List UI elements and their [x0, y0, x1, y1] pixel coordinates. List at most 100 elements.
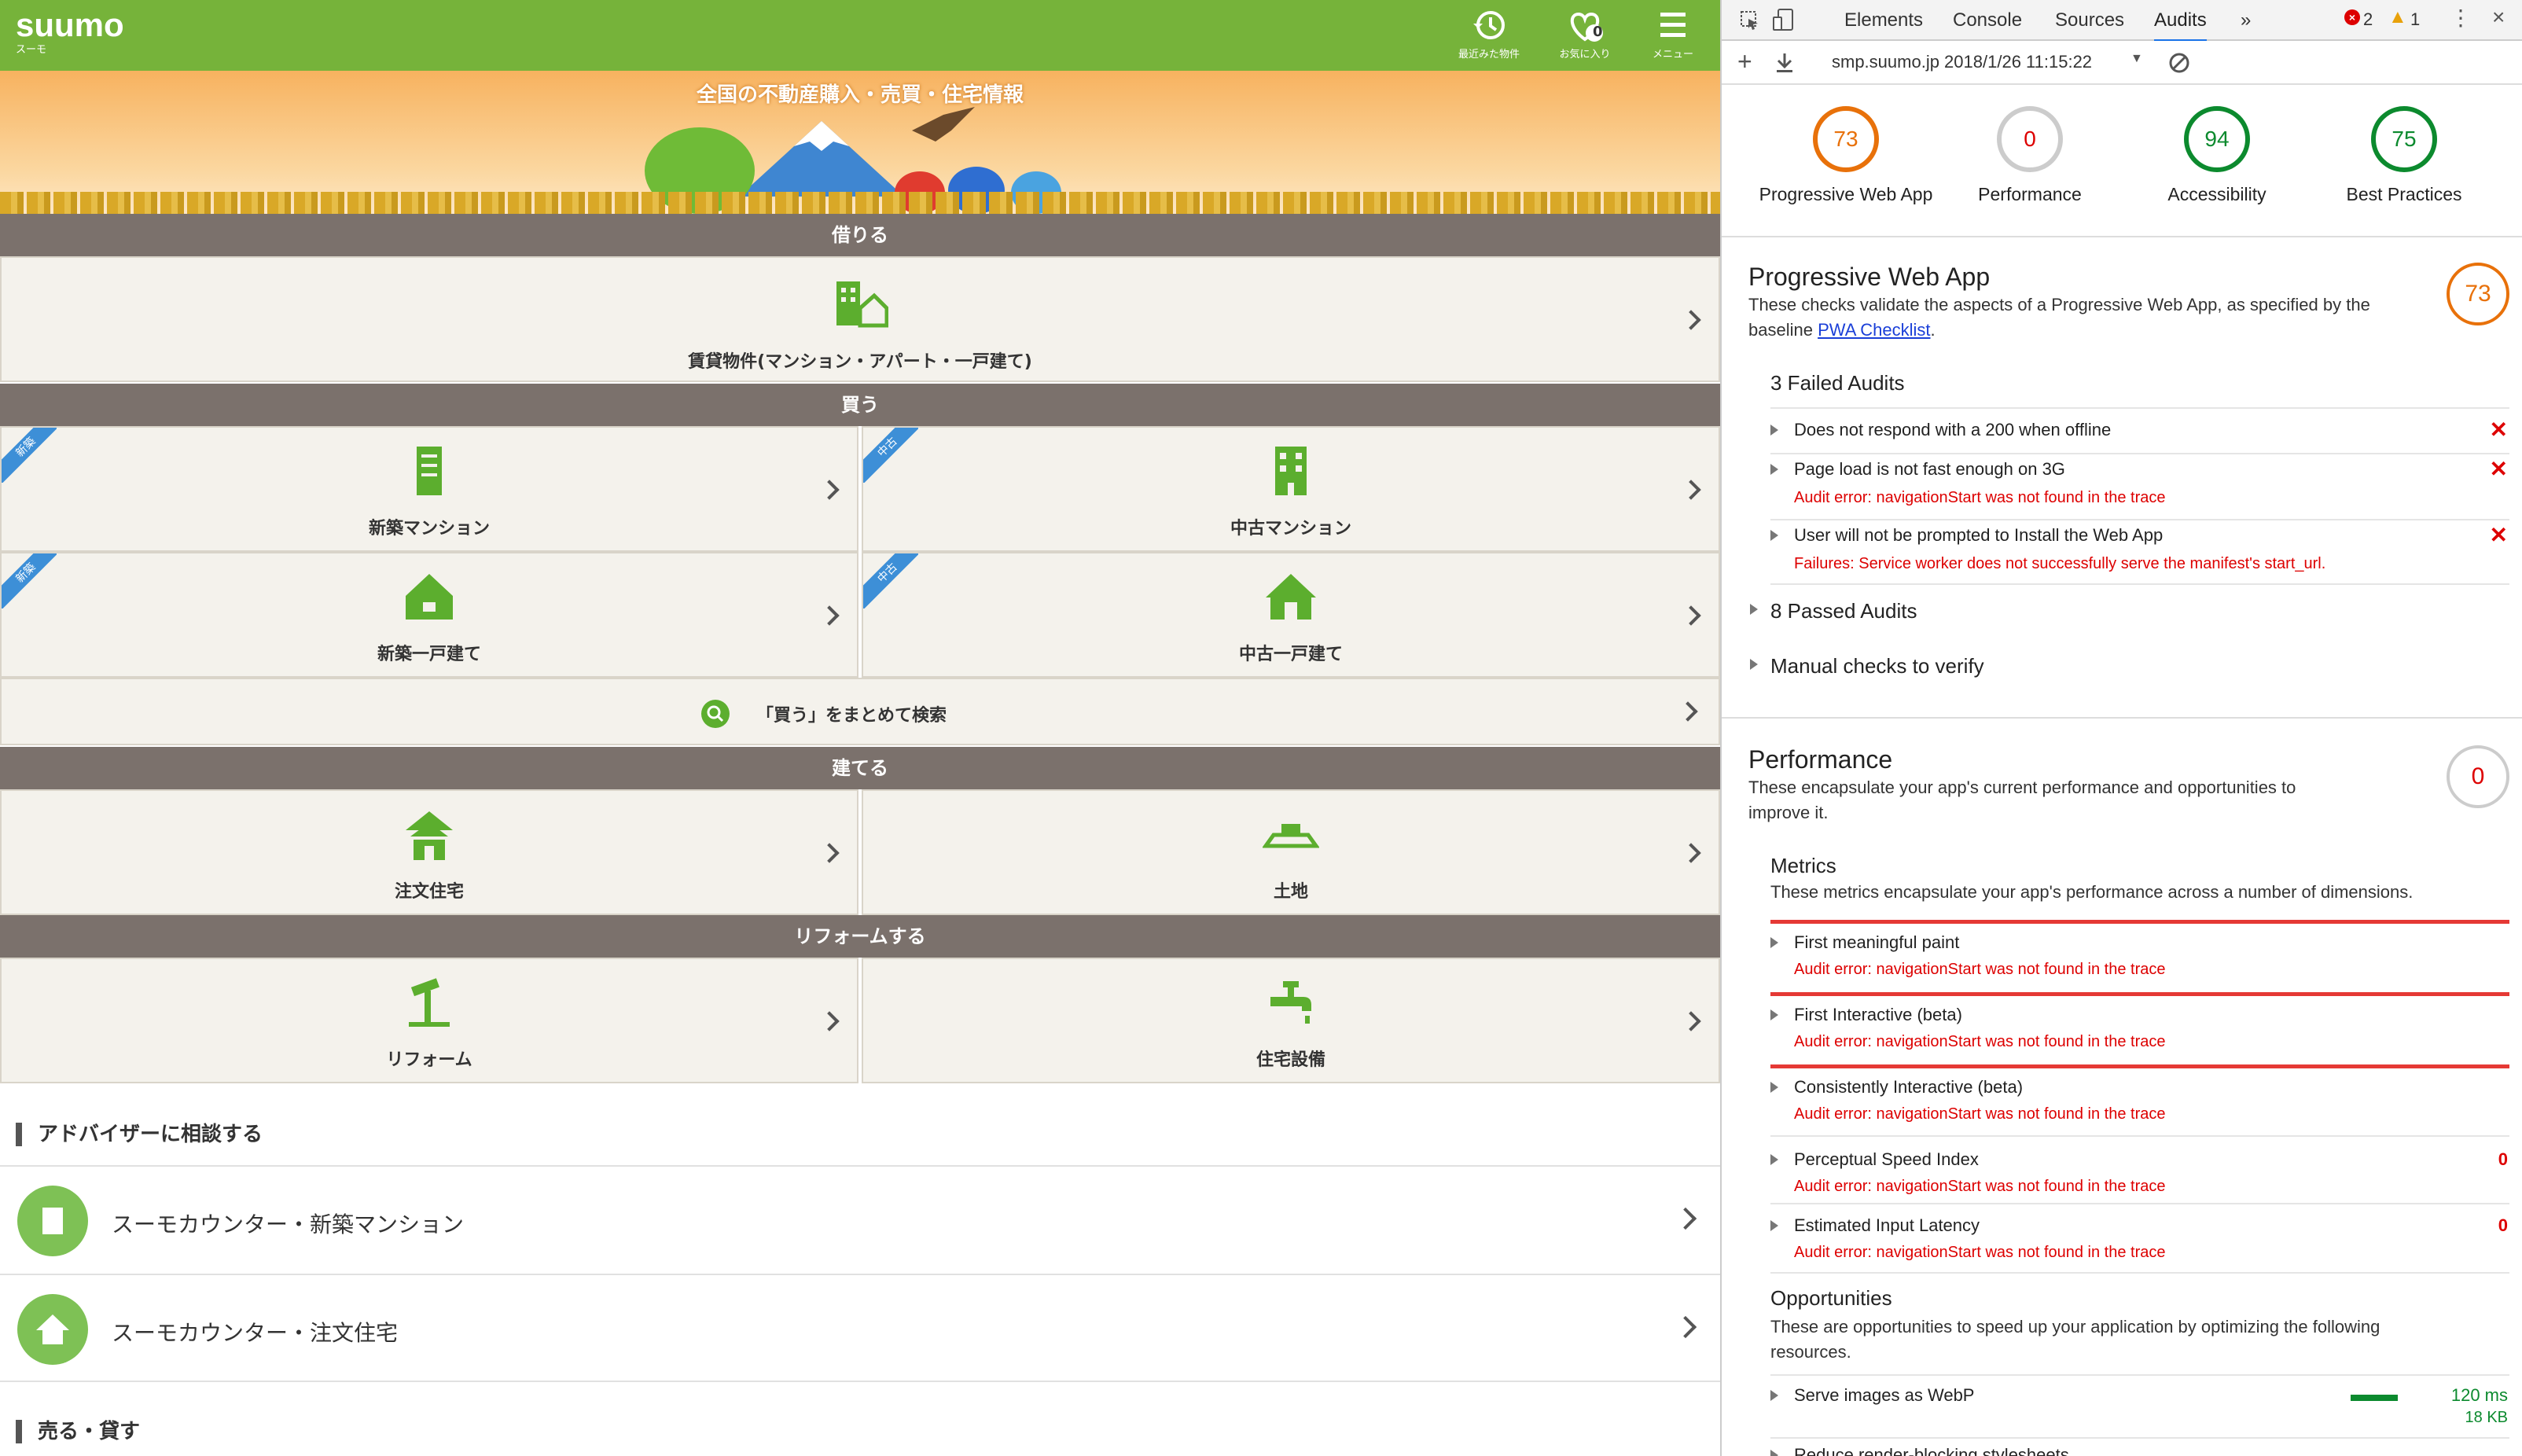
divider — [1770, 1203, 2509, 1204]
chevron-right-icon — [819, 480, 840, 500]
chevron-right-icon — [1681, 1011, 1701, 1031]
suumo-logo[interactable]: suumo スーモ — [16, 6, 124, 56]
used-house-label: 中古一戸建て — [1238, 645, 1343, 664]
score-gauge-pwa[interactable]: 73 — [1813, 106, 1879, 172]
faucet-icon — [1270, 981, 1311, 1024]
expand-triangle-icon — [1770, 1220, 1778, 1231]
audit-title: Page load is not fast enough on 3G — [1794, 459, 2065, 479]
advisor-title-text: アドバイザーに相談する — [38, 1123, 263, 1146]
inspect-element-icon[interactable] — [1739, 9, 1761, 31]
kebab-menu-icon[interactable]: ⋮ — [2450, 5, 2472, 31]
score-gauge-accessibility[interactable]: 94 — [2184, 106, 2250, 172]
score-label-best-practices: Best Practices — [2346, 184, 2462, 204]
advisor-avatar — [17, 1186, 88, 1256]
warning-count[interactable]: 1 — [2410, 9, 2420, 30]
used-mansion-label: 中古マンション — [1230, 519, 1351, 539]
hero-banner[interactable]: 全国の不動産購入・売買・住宅情報 — [0, 71, 1720, 214]
expand-triangle-icon — [1770, 1009, 1778, 1020]
screen: suumo スーモ 最近みた物件 0 お気に入り メニュー 全国の不動産購入・売買… — [0, 0, 2522, 1456]
pwa-checklist-link[interactable]: PWA Checklist — [1818, 320, 1930, 340]
performance-section-title: Performance — [1748, 745, 1893, 774]
section-reform-header: リフォームする — [0, 915, 1720, 958]
group-title: Manual checks to verify — [1770, 654, 1984, 678]
recent-viewed-label: 最近みた物件 — [1458, 49, 1520, 61]
new-audit-button[interactable]: + — [1737, 47, 1752, 76]
score-label-performance: Performance — [1978, 184, 2082, 204]
new-mansion-tile[interactable]: 新築 新築マンション — [0, 426, 858, 552]
house-icon — [1266, 574, 1316, 620]
chevron-down-icon[interactable]: ▼ — [2130, 52, 2143, 66]
audit-report-toolbar: + smp.suumo.jp 2018/1/26 11:15:22 ▼ — [1722, 41, 2522, 85]
score-value: 73 — [2465, 281, 2491, 307]
sell-section-title: 売る・貸す — [16, 1420, 140, 1443]
rent-properties-tile[interactable]: 賃貸物件(マンション・アパート・一戸建て) — [0, 256, 1720, 382]
menu-button[interactable]: メニュー — [1634, 6, 1712, 61]
score-gauge-performance[interactable]: 0 — [1997, 106, 2063, 172]
site-header: suumo スーモ 最近みた物件 0 お気に入り メニュー — [0, 0, 1720, 71]
opportunity-title: Reduce render-blocking stylesheets — [1794, 1445, 2069, 1456]
advisor-row-new-mansion[interactable]: スーモカウンター・新築マンション — [0, 1165, 1720, 1274]
report-selector[interactable]: smp.suumo.jp 2018/1/26 11:15:22 — [1832, 52, 2092, 72]
fail-x-icon: ✕ — [2489, 457, 2508, 481]
search-icon — [701, 700, 730, 728]
house-icon — [406, 574, 453, 620]
banner-title: 全国の不動産購入・売買・住宅情報 — [696, 83, 1024, 107]
tab-sources[interactable]: Sources — [2055, 9, 2124, 31]
advisor-avatar — [17, 1294, 88, 1365]
pwa-section-title: Progressive Web App — [1748, 263, 1991, 291]
score-label-pwa: Progressive Web App — [1759, 184, 1933, 204]
download-icon[interactable] — [1774, 52, 1796, 74]
devtools-tabbar: Elements Console Sources Audits » × 2 ▲ … — [1722, 0, 2522, 42]
housing-equipment-tile[interactable]: 住宅設備 — [862, 958, 1720, 1083]
advisor-row-custom-home[interactable]: スーモカウンター・注文住宅 — [0, 1274, 1720, 1382]
divider — [1722, 717, 2522, 719]
tab-console[interactable]: Console — [1953, 9, 2022, 31]
land-icon — [1263, 824, 1319, 848]
building-icon — [1275, 447, 1307, 495]
failed-audits-header[interactable]: 3 Failed Audits — [1770, 371, 1905, 395]
used-house-tile[interactable]: 中古 中古一戸建て — [862, 552, 1720, 678]
custom-home-tile[interactable]: 注文住宅 — [0, 789, 858, 915]
history-icon — [1473, 11, 1505, 39]
section-rent-header: 借りる — [0, 214, 1720, 256]
buy-search-all-row[interactable]: 「買う」をまとめて検索 — [0, 678, 1720, 745]
tab-audits[interactable]: Audits — [2154, 9, 2207, 42]
building-house-icon — [836, 281, 888, 328]
divider — [1770, 1437, 2509, 1439]
error-count[interactable]: 2 — [2363, 9, 2373, 30]
opportunity-size: 18 KB — [2465, 1409, 2508, 1426]
opportunity-title: Serve images as WebP — [1794, 1385, 1975, 1405]
new-ribbon-text: 新築 — [2, 428, 57, 483]
chevron-right-icon — [1674, 1207, 1697, 1230]
tab-elements[interactable]: Elements — [1844, 9, 1923, 31]
more-tabs-button[interactable]: » — [2241, 9, 2251, 31]
metric-fail-bar — [1770, 920, 2509, 924]
reform-tile[interactable]: リフォーム — [0, 958, 858, 1083]
new-mansion-label: 新築マンション — [368, 519, 490, 539]
score-value: 75 — [2391, 127, 2417, 151]
land-tile[interactable]: 土地 — [862, 789, 1720, 915]
used-mansion-tile[interactable]: 中古 中古マンション — [862, 426, 1720, 552]
used-ribbon-text: 中古 — [863, 428, 918, 483]
metric-error: Audit error: navigationStart was not fou… — [1794, 1105, 2166, 1123]
new-house-label: 新築一戸建て — [377, 645, 481, 664]
score-gauge-best-practices[interactable]: 75 — [2371, 106, 2437, 172]
score-value: 0 — [2471, 763, 2485, 789]
favorites-button[interactable]: 0 お気に入り — [1546, 6, 1624, 61]
audit-error: Failures: Service worker does not succes… — [1794, 555, 2326, 572]
device-toolbar-icon[interactable] — [1772, 8, 1796, 33]
savings-bar — [2351, 1395, 2398, 1401]
clear-icon[interactable] — [2168, 52, 2190, 74]
recent-viewed-button[interactable]: 最近みた物件 — [1450, 6, 1528, 61]
custom-home-label: 注文住宅 — [394, 882, 464, 902]
chevron-right-icon — [1681, 480, 1701, 500]
skyline-decoration — [0, 192, 1720, 214]
pwa-section-score: 73 — [2447, 263, 2509, 325]
opportunity-time: 120 ms — [2450, 1385, 2508, 1405]
new-house-tile[interactable]: 新築 新築一戸建て — [0, 552, 858, 678]
performance-section-description: These encapsulate your app's current per… — [1748, 778, 2296, 822]
reform-label: リフォーム — [386, 1050, 472, 1070]
metric-title: First meaningful paint — [1794, 932, 1960, 952]
close-icon[interactable]: × — [2492, 5, 2505, 30]
divider — [1770, 583, 2509, 585]
